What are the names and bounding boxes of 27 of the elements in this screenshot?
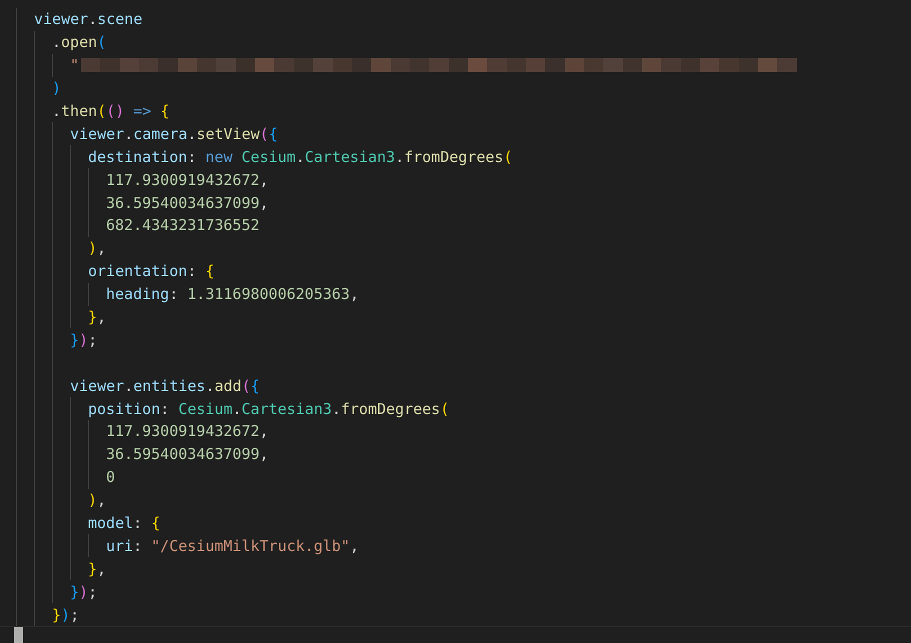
code-line: 117.9300919432672, — [106, 170, 269, 189]
code-line: destination: new Cesium.Cartesian3.fromDegrees( — [88, 148, 512, 166]
code-line: }); — [70, 582, 98, 601]
code-line: orientation: { — [88, 262, 214, 280]
code-line: model: { — [88, 514, 160, 532]
code-line: 36.59540034637099, — [106, 194, 269, 212]
code-line: }, — [88, 308, 106, 326]
code-line: heading: 1.3116980006205363, — [106, 285, 359, 304]
code-line: ) — [52, 79, 62, 98]
code-line: uri: "/CesiumMilkTruck.glb", — [106, 536, 359, 555]
code-line: position: Cesium.Cartesian3.fromDegrees( — [88, 400, 450, 418]
code-line: " — [70, 56, 80, 74]
code-line: 682.4343231736552 — [106, 216, 260, 234]
code-line: }); — [70, 330, 98, 349]
code-line: viewer.camera.setView({ — [70, 124, 278, 143]
code-line: ), — [88, 491, 106, 510]
code-line: viewer.scene — [34, 10, 142, 28]
code-line: }); — [52, 606, 80, 624]
text-cursor — [14, 627, 23, 643]
code-line: viewer.entities.add({ — [70, 376, 260, 395]
code-line: 0 — [106, 468, 116, 486]
code-line: 36.59540034637099, — [106, 445, 269, 464]
code-line: 117.9300919432672, — [106, 422, 269, 440]
code-line: .then(() => { — [52, 102, 170, 120]
code-line: ), — [88, 239, 106, 258]
code-line: .open( — [52, 33, 106, 52]
code-line: }, — [88, 560, 106, 578]
